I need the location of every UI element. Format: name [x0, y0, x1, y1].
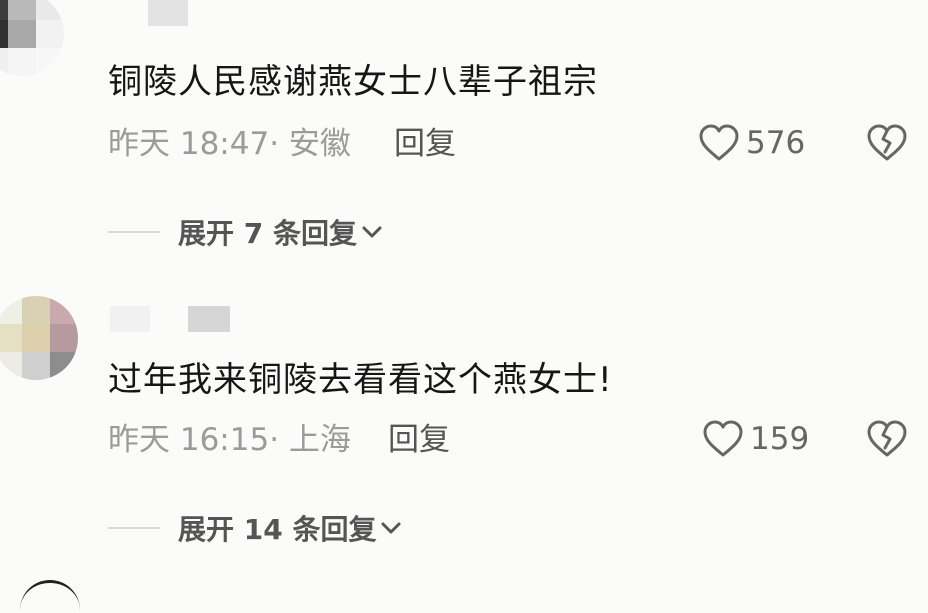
comment-item: 铜陵人民感谢燕女士八辈子祖宗 昨天 18:47· 安徽 回复 576 展开 7 … — [0, 0, 928, 260]
comment-text: 过年我来铜陵去看看这个燕女士! — [108, 360, 613, 400]
reply-button[interactable]: 回复 — [388, 422, 450, 458]
expand-replies-label: 展开 7 条回复 — [178, 217, 357, 250]
username-blurred[interactable] — [148, 0, 188, 26]
avatar[interactable] — [20, 580, 80, 613]
expand-replies-button[interactable]: 展开 7 条回复 — [108, 212, 383, 252]
expand-replies-button[interactable]: 展开 14 条回复 — [108, 508, 402, 548]
like-button[interactable]: 576 — [698, 124, 805, 162]
heart-icon — [703, 420, 743, 457]
comment-text: 铜陵人民感谢燕女士八辈子祖宗 — [108, 62, 598, 102]
comment-location: · 上海 — [269, 422, 351, 458]
like-count: 159 — [750, 421, 810, 457]
avatar[interactable] — [0, 0, 64, 76]
divider-line — [108, 231, 160, 233]
like-button[interactable]: 159 — [702, 420, 809, 458]
comment-location: · 安徽 — [269, 126, 351, 162]
comment-meta: 昨天 18:47· 安徽 — [108, 126, 351, 162]
broken-heart-icon[interactable] — [866, 124, 908, 162]
comment-time: 昨天 16:15 — [108, 422, 270, 458]
broken-heart-icon[interactable] — [866, 420, 908, 458]
expand-replies-label: 展开 14 条回复 — [178, 513, 377, 546]
reply-button[interactable]: 回复 — [394, 126, 456, 162]
divider-line — [108, 527, 160, 529]
comment-item: 过年我来铜陵去看看这个燕女士! 昨天 16:15· 上海 回复 159 展开 1… — [0, 290, 928, 550]
comment-time: 昨天 18:47 — [108, 126, 270, 162]
chevron-down-icon — [381, 522, 401, 534]
comment-meta: 昨天 16:15· 上海 — [108, 422, 351, 458]
username-blurred[interactable] — [188, 306, 230, 332]
chevron-down-icon — [362, 226, 382, 238]
like-count: 576 — [746, 125, 806, 161]
avatar[interactable] — [0, 296, 78, 380]
username-blurred[interactable] — [110, 306, 150, 332]
heart-icon — [699, 124, 739, 161]
